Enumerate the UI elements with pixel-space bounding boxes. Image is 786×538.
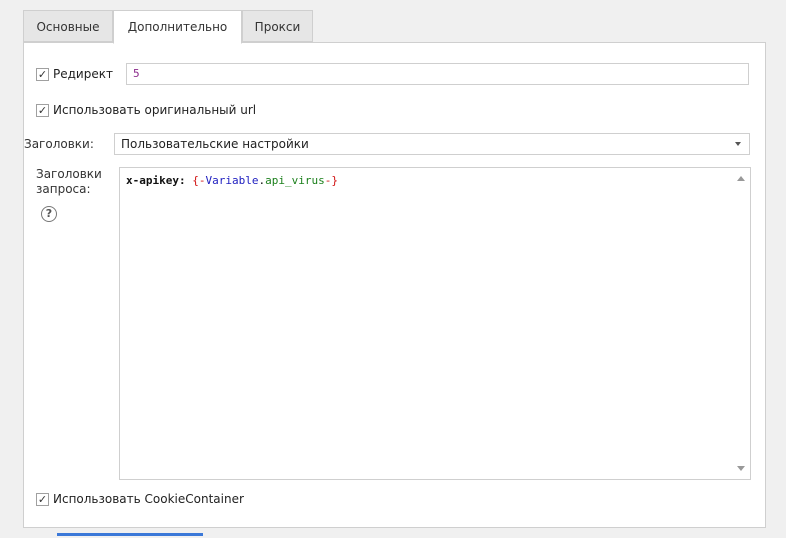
header-key: x-apikey: bbox=[126, 174, 193, 187]
help-icon[interactable]: ? bbox=[41, 206, 57, 222]
cookie-container-label: Использовать CookieContainer bbox=[53, 492, 244, 506]
tab-proxy[interactable]: Прокси bbox=[242, 10, 313, 42]
scroll-down-icon[interactable] bbox=[737, 466, 745, 471]
redirect-checkbox[interactable]: ✓ bbox=[36, 67, 49, 81]
editor-scrollbar[interactable] bbox=[733, 168, 750, 479]
original-url-row: ✓ Использовать оригинальный url bbox=[36, 103, 256, 117]
original-url-label: Использовать оригинальный url bbox=[53, 103, 257, 117]
scroll-up-icon[interactable] bbox=[737, 176, 745, 181]
redirect-count-input[interactable]: 5 bbox=[126, 63, 749, 85]
tab-advanced[interactable]: Дополнительно bbox=[113, 10, 242, 44]
request-headers-code: x-apikey: {-Variable.api_virus-} bbox=[126, 174, 338, 187]
redirect-label: Редирект bbox=[53, 67, 113, 81]
request-headers-label: Заголовки запроса: bbox=[36, 167, 102, 197]
headers-select-value: Пользовательские настройки bbox=[121, 137, 309, 151]
settings-panel: ✓ Редирект 5 ✓ Использовать оригинальный… bbox=[23, 42, 766, 528]
headers-label: Заголовки: bbox=[24, 137, 94, 151]
cookie-container-checkbox[interactable]: ✓ bbox=[36, 492, 49, 506]
macro-open: {- bbox=[192, 174, 206, 187]
cookie-container-row: ✓ Использовать CookieContainer bbox=[36, 492, 244, 506]
redirect-row: ✓ Редирект bbox=[36, 67, 113, 81]
macro-property: api_virus bbox=[265, 174, 325, 187]
headers-select[interactable]: Пользовательские настройки bbox=[114, 133, 750, 155]
original-url-checkbox[interactable]: ✓ bbox=[36, 103, 49, 117]
request-headers-label-line1: Заголовки bbox=[36, 167, 102, 181]
scroll-indicator bbox=[57, 533, 203, 536]
request-headers-label-line2: запроса: bbox=[36, 182, 91, 196]
macro-variable: Variable bbox=[205, 174, 259, 187]
request-headers-editor[interactable]: x-apikey: {-Variable.api_virus-} bbox=[119, 167, 751, 480]
chevron-down-icon bbox=[735, 142, 741, 146]
macro-close: -} bbox=[324, 174, 338, 187]
tab-basic[interactable]: Основные bbox=[23, 10, 113, 42]
